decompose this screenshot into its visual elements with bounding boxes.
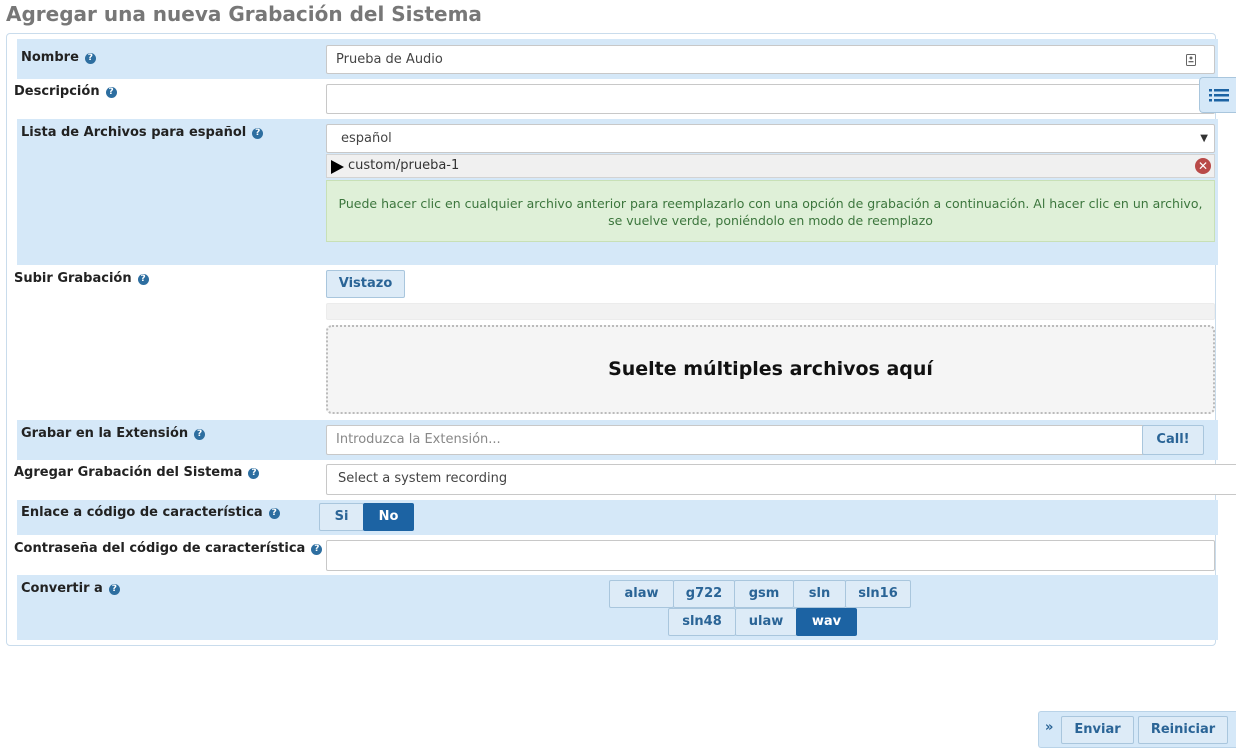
label-convertir: Convertir a?: [21, 581, 120, 596]
help-icon[interactable]: ?: [311, 544, 323, 555]
system-recording-select-placeholder: Select a system recording: [338, 471, 508, 486]
format-ulaw[interactable]: ulaw: [735, 608, 797, 636]
label-descripcion: Descripción?: [14, 84, 117, 99]
call-button[interactable]: Call!: [1142, 425, 1204, 455]
help-icon[interactable]: ?: [105, 87, 117, 98]
extension-input[interactable]: Introduzca la Extensión...: [326, 425, 1149, 455]
reset-button[interactable]: Reiniciar: [1138, 716, 1228, 744]
submit-button[interactable]: Enviar: [1061, 716, 1134, 744]
toggle-no[interactable]: No: [363, 503, 414, 531]
list-icon: [1209, 89, 1229, 102]
format-sln48[interactable]: sln48: [668, 608, 736, 636]
label-contrasena: Contraseña del código de característica?: [14, 541, 323, 556]
row-enlace: Enlace a código de característica?: [17, 500, 1218, 535]
label-contrasena-text: Contraseña del código de característica: [14, 541, 306, 556]
replace-info-alert: Puede hacer clic en cualquier archivo an…: [326, 180, 1215, 242]
dropdown-caret-icon: ▼: [1200, 133, 1208, 144]
nombre-input-value: Prueba de Audio: [336, 52, 443, 67]
label-agregar: Agregar Grabación del Sistema?: [14, 465, 260, 480]
format-g722[interactable]: g722: [673, 580, 735, 608]
dropzone-text: Suelte múltiples archivos aquí: [608, 358, 933, 380]
contrasena-input[interactable]: [326, 540, 1215, 571]
help-icon[interactable]: ?: [84, 53, 96, 64]
page-title: Agregar una nueva Grabación del Sistema: [6, 2, 482, 26]
label-nombre: Nombre?: [21, 50, 96, 65]
upload-progress-bar: [326, 303, 1215, 320]
language-select-value: español: [341, 131, 392, 146]
contact-card-icon[interactable]: [1186, 54, 1196, 66]
form-panel: Nombre? Prueba de Audio Descripción? Lis…: [6, 33, 1236, 646]
language-select[interactable]: español ▼: [326, 124, 1215, 153]
label-grabar: Grabar en la Extensión?: [21, 426, 206, 441]
label-enlace-text: Enlace a código de característica: [21, 505, 263, 520]
label-grabar-text: Grabar en la Extensión: [21, 426, 189, 441]
label-subir: Subir Grabación?: [14, 271, 149, 286]
list-toggle-button[interactable]: [1199, 77, 1236, 113]
format-sln16[interactable]: sln16: [845, 580, 911, 608]
format-gsm[interactable]: gsm: [734, 580, 794, 608]
format-sln[interactable]: sln: [793, 580, 846, 608]
toggle-si[interactable]: Si: [319, 503, 364, 531]
help-icon[interactable]: ?: [137, 274, 149, 285]
nombre-input[interactable]: Prueba de Audio: [326, 45, 1215, 74]
replace-info-text: Puede hacer clic en cualquier archivo an…: [338, 196, 1203, 228]
footer-action-bar: » Enviar Reiniciar: [1038, 711, 1236, 748]
format-wav[interactable]: wav: [796, 608, 857, 636]
label-subir-text: Subir Grabación: [14, 271, 132, 286]
help-icon[interactable]: ?: [248, 468, 260, 479]
help-icon[interactable]: ?: [108, 584, 120, 595]
label-descripcion-text: Descripción: [14, 84, 100, 99]
double-chevron-right-icon[interactable]: »: [1045, 720, 1053, 735]
browse-button[interactable]: Vistazo: [326, 270, 405, 298]
label-convertir-text: Convertir a: [21, 581, 103, 596]
label-nombre-text: Nombre: [21, 50, 79, 65]
label-agregar-text: Agregar Grabación del Sistema: [14, 465, 243, 480]
descripcion-input[interactable]: [326, 84, 1215, 114]
play-icon[interactable]: [331, 160, 344, 174]
file-name: custom/prueba-1: [348, 158, 460, 173]
extension-input-placeholder: Introduzca la Extensión...: [336, 432, 501, 447]
label-lista-text: Lista de Archivos para español: [21, 125, 247, 140]
help-icon[interactable]: ?: [194, 429, 206, 440]
file-dropzone[interactable]: Suelte múltiples archivos aquí: [326, 325, 1215, 414]
help-icon[interactable]: ?: [268, 508, 280, 519]
system-recording-select[interactable]: Select a system recording: [326, 464, 1236, 495]
label-lista: Lista de Archivos para español?: [21, 125, 264, 140]
label-enlace: Enlace a código de característica?: [21, 505, 280, 520]
file-list-item[interactable]: custom/prueba-1 ✕: [326, 154, 1215, 178]
format-alaw[interactable]: alaw: [609, 580, 674, 608]
remove-circle-icon[interactable]: ✕: [1195, 158, 1211, 174]
help-icon[interactable]: ?: [252, 128, 264, 139]
